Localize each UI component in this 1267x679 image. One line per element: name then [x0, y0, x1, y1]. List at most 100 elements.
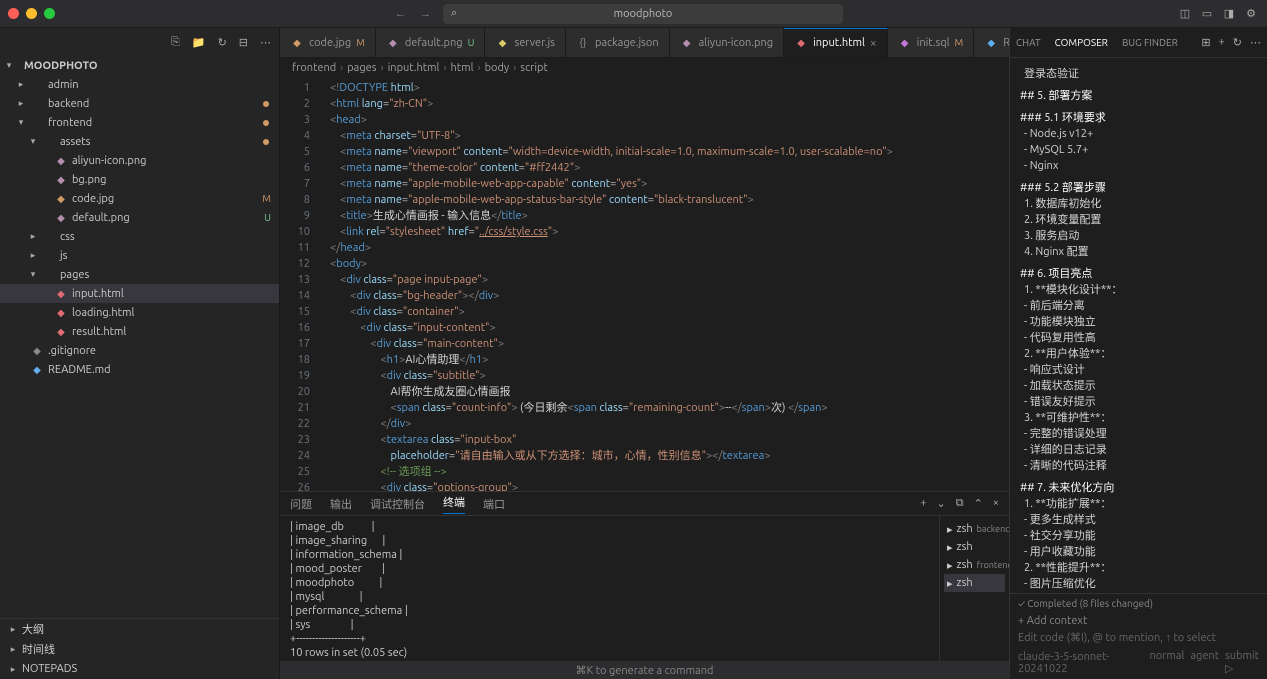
- terminal-session[interactable]: ▸zsh: [944, 538, 1005, 556]
- tab-init.sql[interactable]: ◆init.sqlM: [888, 28, 975, 57]
- tab-label: default.png: [405, 37, 463, 49]
- tab-server.js[interactable]: ◆server.js: [485, 28, 566, 57]
- close-window-icon[interactable]: [8, 8, 19, 19]
- file-type-icon: ◆: [794, 37, 808, 49]
- sidebar-view-时间线[interactable]: ▸时间线: [0, 639, 279, 659]
- file-code.jpg[interactable]: ◆code.jpgM: [0, 189, 279, 208]
- ai-input-hint[interactable]: Edit code (⌘I), @ to mention, ↑ to selec…: [1018, 631, 1259, 644]
- window-controls[interactable]: [8, 8, 55, 19]
- folder-admin[interactable]: ▸admin: [0, 75, 279, 94]
- folder-js[interactable]: ▸js: [0, 246, 279, 265]
- ai-content-line: - 功能模块独立: [1020, 314, 1257, 330]
- file-aliyun-icon.png[interactable]: ◆aliyun-icon.png: [0, 151, 279, 170]
- collapse-icon[interactable]: ⊟: [239, 36, 248, 49]
- terminal[interactable]: | image_db || image_sharing || informati…: [280, 516, 939, 661]
- ai-agent[interactable]: agent: [1190, 650, 1219, 675]
- ai-content-line: - 用户收藏功能: [1020, 544, 1257, 560]
- file-type-icon: ◆: [898, 37, 912, 49]
- scm-badge: U: [468, 37, 475, 48]
- file-bg.png[interactable]: ◆bg.png: [0, 170, 279, 189]
- ai-mode[interactable]: normal: [1149, 650, 1184, 675]
- tab-default.png[interactable]: ◆default.pngU: [376, 28, 486, 57]
- breadcrumb-segment[interactable]: html: [451, 62, 474, 74]
- breadcrumb-segment[interactable]: input.html: [388, 62, 440, 74]
- breadcrumb[interactable]: frontend›pages›input.html›html›body›scri…: [280, 58, 1009, 78]
- file-input.html[interactable]: ◆input.html: [0, 284, 279, 303]
- file-loading.html[interactable]: ◆loading.html: [0, 303, 279, 322]
- folder-css[interactable]: ▸css: [0, 227, 279, 246]
- minimize-window-icon[interactable]: [26, 8, 37, 19]
- close-icon[interactable]: ⋯: [1250, 36, 1261, 49]
- more-icon[interactable]: ↻: [1233, 36, 1242, 49]
- history-icon[interactable]: +: [1219, 36, 1225, 49]
- breadcrumb-segment[interactable]: script: [520, 62, 548, 74]
- new-folder-icon[interactable]: 📁: [192, 36, 206, 49]
- maximize-icon[interactable]: ⌃: [974, 497, 983, 510]
- panel-tab-问题[interactable]: 问题: [290, 496, 312, 512]
- panel-tab-输出[interactable]: 输出: [330, 496, 352, 512]
- layout-panel-icon[interactable]: ▭: [1199, 7, 1215, 20]
- chevron-icon: ▸: [28, 250, 38, 261]
- nav-forward-icon[interactable]: →: [420, 8, 431, 20]
- tab-package.json[interactable]: {}package.json: [566, 28, 670, 57]
- new-file-icon[interactable]: ⎘: [171, 36, 180, 49]
- settings-icon[interactable]: ⚙: [1243, 7, 1259, 20]
- command-center[interactable]: ⌕ moodphoto: [443, 4, 843, 24]
- breadcrumb-segment[interactable]: frontend: [292, 62, 336, 74]
- shell-icon: ▸: [947, 541, 953, 554]
- folder-frontend[interactable]: ▾frontend: [0, 113, 279, 132]
- add-context-button[interactable]: + Add context: [1018, 615, 1259, 627]
- line-gutter: 1234567891011121314151617181920212223242…: [280, 78, 320, 491]
- terminal-session[interactable]: ▸zsh frontend: [944, 556, 1005, 574]
- file-tree[interactable]: ▸admin▸backend▾frontend▾assets◆aliyun-ic…: [0, 75, 279, 618]
- sidebar-root[interactable]: ▾ MOODPHOTO: [0, 56, 279, 75]
- tab-code.jpg[interactable]: ◆code.jpgM: [280, 28, 376, 57]
- file-README.md[interactable]: ◆README.md: [0, 360, 279, 379]
- split-icon[interactable]: ⧉: [956, 497, 964, 510]
- ai-content-line: - 前后端分离: [1020, 298, 1257, 314]
- shell-icon: ▸: [947, 523, 953, 536]
- breadcrumb-segment[interactable]: body: [485, 62, 510, 74]
- nav-back-icon[interactable]: ←: [395, 8, 406, 20]
- file-result.html[interactable]: ◆result.html: [0, 322, 279, 341]
- ai-model-selector[interactable]: claude-3-5-sonnet-20241022: [1018, 651, 1143, 675]
- folder-backend[interactable]: ▸backend: [0, 94, 279, 113]
- file-icon: ◆: [30, 364, 44, 376]
- tab-aliyun-icon.png[interactable]: ◆aliyun-icon.png: [670, 28, 784, 57]
- panel-tab-端口[interactable]: 端口: [483, 496, 505, 512]
- terminal-session[interactable]: ▸zsh backend: [944, 520, 1005, 538]
- layout-primary-icon[interactable]: ◫: [1177, 7, 1193, 20]
- ai-submit-button[interactable]: submit ▷: [1225, 650, 1259, 675]
- more-icon[interactable]: ⋯: [260, 36, 271, 49]
- file-.gitignore[interactable]: ◆.gitignore: [0, 341, 279, 360]
- code-editor[interactable]: <!DOCTYPE html> <html lang="zh-CN"> <hea…: [320, 78, 1009, 491]
- layout-secondary-icon[interactable]: ◨: [1221, 7, 1237, 20]
- add-icon[interactable]: +: [920, 497, 926, 510]
- ai-content-line: - Nginx: [1020, 158, 1257, 174]
- file-default.png[interactable]: ◆default.pngU: [0, 208, 279, 227]
- ai-tab-bug finder[interactable]: BUG FINDER: [1122, 37, 1178, 48]
- refresh-icon[interactable]: ↻: [218, 36, 227, 49]
- folder-assets[interactable]: ▾assets: [0, 132, 279, 151]
- ai-content-line: - 完整的错误处理: [1020, 426, 1257, 442]
- scm-badge: M: [262, 193, 271, 204]
- ai-content-line: - 清晰的代码注释: [1020, 458, 1257, 474]
- ai-content-line: ## 6. 项目亮点: [1020, 266, 1257, 282]
- panel-tab-终端[interactable]: 终端: [443, 494, 465, 514]
- sidebar-view-NOTEPADS[interactable]: ▸NOTEPADS: [0, 659, 279, 679]
- ai-tab-chat[interactable]: CHAT: [1016, 37, 1041, 48]
- panel-tab-调试控制台[interactable]: 调试控制台: [370, 496, 425, 512]
- new-icon[interactable]: ⊞: [1201, 36, 1210, 49]
- chevron-right-icon: ▸: [8, 644, 18, 655]
- maximize-window-icon[interactable]: [44, 8, 55, 19]
- sidebar-view-大纲[interactable]: ▸大纲: [0, 619, 279, 639]
- terminal-session[interactable]: ▸zsh: [944, 574, 1005, 592]
- close-icon[interactable]: ×: [993, 497, 999, 510]
- dropdown-icon[interactable]: ⌄: [936, 497, 945, 510]
- ai-panel-body[interactable]: 登录态验证## 5. 部署方案### 5.1 环境要求- Node.js v12…: [1010, 58, 1267, 593]
- folder-pages[interactable]: ▾pages: [0, 265, 279, 284]
- tab-input.html[interactable]: ◆input.html×: [784, 28, 888, 57]
- ai-tab-composer[interactable]: COMPOSER: [1055, 37, 1108, 48]
- close-tab-icon[interactable]: ×: [870, 37, 877, 50]
- breadcrumb-segment[interactable]: pages: [347, 62, 376, 74]
